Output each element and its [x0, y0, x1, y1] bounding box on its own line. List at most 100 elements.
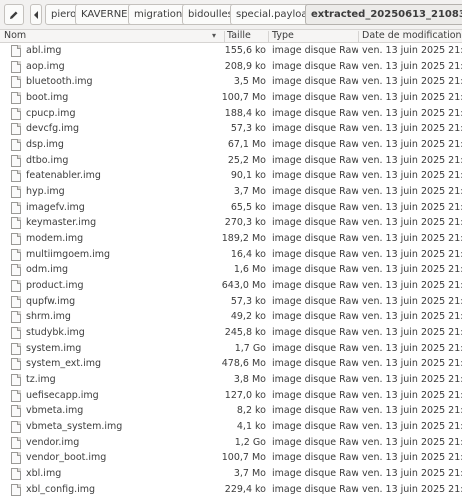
file-type: image disque Raw [272, 405, 358, 417]
file-name: odm.img [26, 264, 69, 276]
path-back-button[interactable] [30, 4, 42, 25]
file-row[interactable]: vendor.img 1,2 Go image disque Raw ven. 13 … [0, 435, 462, 451]
file-date: ven. 13 juin 2025 21:08:36 [362, 107, 462, 119]
breadcrumb-migration[interactable]: migration [128, 4, 189, 25]
file-name: devcfg.img [26, 123, 80, 135]
file-name: modem.img [26, 233, 84, 245]
file-type: image disque Raw [272, 170, 358, 182]
file-icon [11, 45, 21, 57]
file-row[interactable]: cpucp.img 188,4 ko image disque Raw ven. 13… [0, 106, 462, 122]
file-name: xbl.img [26, 468, 62, 480]
file-date: ven. 13 juin 2025 21:09:08 [362, 405, 462, 417]
chevron-left-icon [34, 10, 38, 19]
file-date: ven. 13 juin 2025 21:08:45 [362, 92, 462, 103]
file-row[interactable]: qupfw.img 57,3 ko image disque Raw ven. 13 … [0, 294, 462, 310]
file-icon [11, 358, 21, 371]
file-icon [11, 248, 21, 261]
file-type: image disque Raw [272, 483, 358, 495]
file-size: 1,2 Go [234, 436, 266, 448]
file-name: abl.img [26, 45, 62, 56]
file-name: dsp.img [26, 139, 64, 151]
file-row[interactable]: shrm.img 49,2 ko image disque Raw ven. 13 j… [0, 309, 462, 325]
file-row[interactable]: tz.img 3,8 Mo image disque Raw ven. 13 juin… [0, 372, 462, 388]
file-row[interactable]: hyp.img 3,7 Mo image disque Raw ven. 13 jui… [0, 184, 462, 200]
edit-location-button[interactable] [4, 4, 24, 25]
file-name: xbl_config.img [26, 483, 96, 495]
file-date: ven. 13 juin 2025 21:08:36 [362, 45, 462, 56]
file-icon [11, 123, 21, 136]
file-type: image disque Raw [272, 60, 358, 72]
breadcrumb-current-folder[interactable]: extracted_20250613_210836 [305, 4, 462, 25]
file-icon [11, 311, 21, 324]
file-size: 16,4 ko [230, 248, 266, 260]
file-type: image disque Raw [272, 45, 358, 56]
file-size: 57,3 ko [230, 123, 266, 135]
file-row[interactable]: multiimgoem.img 16,4 ko image disque Raw ve… [0, 247, 462, 263]
file-date: ven. 13 juin 2025 21:08:37 [362, 154, 462, 166]
file-row[interactable]: devcfg.img 57,3 ko image disque Raw ven. 13… [0, 121, 462, 137]
column-header: Nom ▾ Taille Type Date de modification [0, 30, 462, 43]
file-name: vendor.img [26, 436, 80, 448]
file-name: studybk.img [26, 327, 85, 339]
file-date: ven. 13 juin 2025 21:08:42 [362, 295, 462, 307]
file-name: cpucp.img [26, 107, 76, 119]
file-row[interactable]: odm.img 1,6 Mo image disque Raw ven. 13 jui… [0, 262, 462, 278]
file-size: 155,6 ko [224, 45, 266, 56]
breadcrumb-kaverne[interactable]: KAVERNE [75, 4, 134, 25]
file-row[interactable]: bluetooth.img 3,5 Mo image disque Raw ven. … [0, 74, 462, 90]
file-icon [11, 452, 21, 465]
column-type-header[interactable]: Type [272, 30, 294, 43]
file-row[interactable]: uefisecapp.img 127,0 ko image disque Raw ve… [0, 388, 462, 404]
file-icon [11, 186, 21, 199]
file-row[interactable]: featenabler.img 90,1 ko image disque Raw ve… [0, 168, 462, 184]
file-row[interactable]: vbmeta.img 8,2 ko image disque Raw ven. 13 … [0, 403, 462, 419]
file-row[interactable]: keymaster.img 270,3 ko image disque Raw ven… [0, 215, 462, 231]
column-date-header[interactable]: Date de modification [362, 30, 462, 43]
file-row[interactable]: abl.img 155,6 ko image disque Raw ven. 13 j… [0, 43, 462, 59]
file-date: ven. 13 juin 2025 21:09:12 [362, 468, 462, 480]
file-date: ven. 13 juin 2025 21:08:37 [362, 217, 462, 229]
file-type: image disque Raw [272, 374, 358, 386]
file-date: ven. 13 juin 2025 21:08:37 [362, 186, 462, 198]
file-type: image disque Raw [272, 92, 358, 103]
file-row[interactable]: dsp.img 67,1 Mo image disque Raw ven. 13 ju… [0, 137, 462, 153]
file-type: image disque Raw [272, 436, 358, 448]
column-size-header[interactable]: Taille [227, 30, 251, 43]
file-icon [11, 107, 21, 120]
file-list[interactable]: abl.img 155,6 ko image disque Raw ven. 13 j… [0, 43, 462, 500]
column-separator[interactable] [358, 31, 359, 42]
pencil-icon [10, 11, 18, 19]
file-name: qupfw.img [26, 295, 76, 307]
file-row[interactable]: system_ext.img 478,6 Mo image disque Raw ve… [0, 356, 462, 372]
file-type: image disque Raw [272, 421, 358, 433]
file-row[interactable]: studybk.img 245,8 ko image disque Raw ven. … [0, 325, 462, 341]
file-icon [11, 76, 21, 89]
column-separator[interactable] [224, 31, 225, 42]
file-row[interactable]: boot.img 100,7 Mo image disque Raw ven. 13 … [0, 90, 462, 106]
file-date: ven. 13 juin 2025 21:09:05 [362, 264, 462, 276]
file-size: 4,1 ko [236, 421, 266, 433]
file-row[interactable]: aop.img 208,9 ko image disque Raw ven. 13 j… [0, 59, 462, 75]
file-name: boot.img [26, 92, 69, 103]
file-type: image disque Raw [272, 264, 358, 276]
file-type: image disque Raw [272, 327, 358, 339]
file-date: ven. 13 juin 2025 21:09:08 [362, 389, 462, 401]
file-type: image disque Raw [272, 139, 358, 151]
file-row[interactable]: xbl_config.img 229,4 ko image disque Raw ve… [0, 482, 462, 498]
file-row[interactable]: vendor_boot.img 100,7 Mo image disque Raw v… [0, 450, 462, 466]
file-name: hyp.img [26, 186, 65, 198]
file-row[interactable]: modem.img 189,2 Mo image disque Raw ven. 13… [0, 231, 462, 247]
column-name-header[interactable]: Nom [4, 30, 26, 43]
file-row[interactable]: dtbo.img 25,2 Mo image disque Raw ven. 13 j… [0, 153, 462, 169]
file-row[interactable]: xbl.img 3,7 Mo image disque Raw ven. 13 jui… [0, 466, 462, 482]
file-type: image disque Raw [272, 217, 358, 229]
file-name: imagefv.img [26, 201, 85, 213]
column-separator[interactable] [268, 31, 269, 42]
file-row[interactable]: product.img 643,0 Mo image disque Raw ven. … [0, 278, 462, 294]
file-icon [11, 468, 21, 481]
file-type: image disque Raw [272, 342, 358, 354]
file-type: image disque Raw [272, 76, 358, 88]
file-row[interactable]: vbmeta_system.img 4,1 ko image disque Raw v… [0, 419, 462, 435]
file-row[interactable]: system.img 1,7 Go image disque Raw ven. 13 … [0, 341, 462, 357]
file-row[interactable]: imagefv.img 65,5 ko image disque Raw ven. 1… [0, 200, 462, 216]
